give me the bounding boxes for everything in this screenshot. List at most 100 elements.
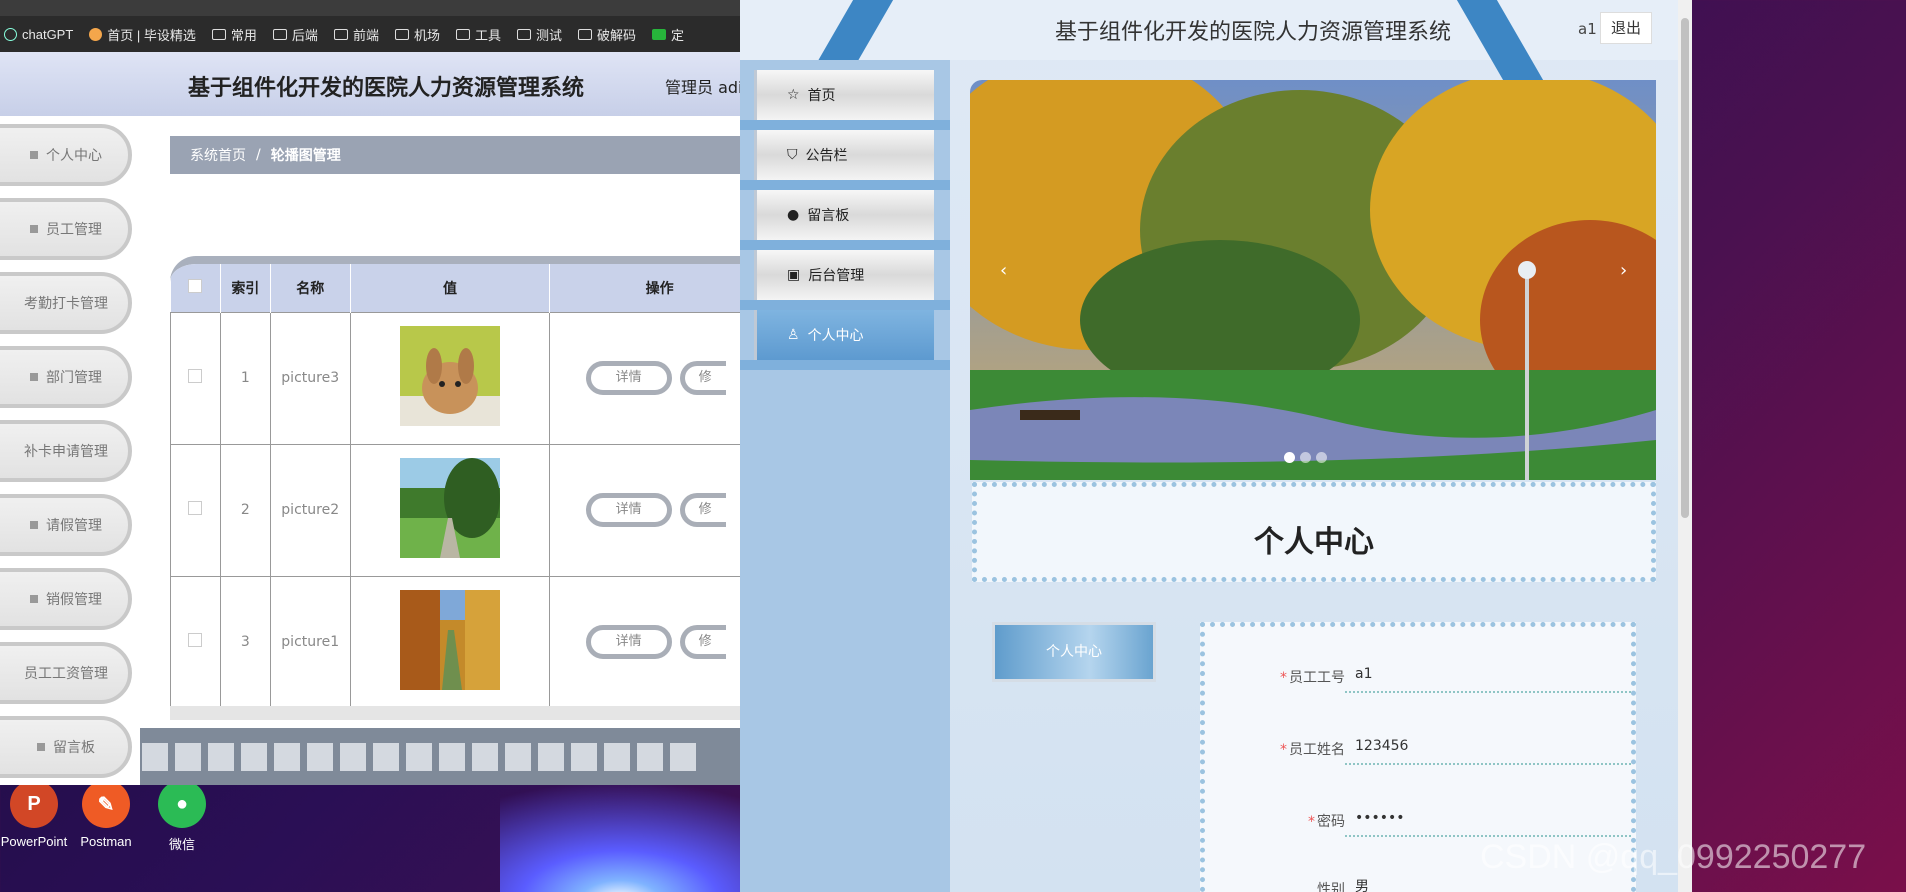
page-cell[interactable] [538, 743, 564, 771]
sidebar-item-profile[interactable]: 个人中心 [0, 124, 132, 186]
logout-button[interactable]: 退出 [1600, 12, 1652, 44]
field-label-gender: 性别 [1205, 879, 1345, 892]
table-horizontal-scrollbar[interactable] [170, 706, 740, 720]
desktop-icon-postman[interactable]: ✎ Postman [66, 780, 146, 849]
bookmark-folder[interactable]: 破解码 [578, 25, 636, 44]
sidebar-item-label: 部门管理 [46, 370, 102, 386]
admin-sidebar: 个人中心 员工管理 考勤打卡管理 部门管理 补卡申请管理 请假管理 销假管理 员… [0, 116, 140, 785]
scrollbar-thumb[interactable] [1681, 18, 1689, 518]
bookmark-folder[interactable]: 机场 [394, 25, 440, 44]
carousel-dot[interactable] [1316, 452, 1327, 463]
nav-separator [740, 240, 950, 250]
row-checkbox[interactable] [188, 369, 203, 383]
admin-user-label: 管理员 adi [665, 78, 740, 97]
password-field[interactable] [1345, 801, 1631, 837]
row-value-cell [349, 311, 551, 445]
bookmark-label: 首页 | 毕设精选 [107, 27, 196, 43]
frontend-header: 基于组件化开发的医院人力资源管理系统 a1 退出 [740, 0, 1692, 80]
employee-id-field[interactable] [1345, 657, 1631, 693]
carousel-dot[interactable] [1300, 452, 1311, 463]
row-checkbox[interactable] [188, 633, 203, 647]
nav-item-home[interactable]: ☆ 首页 [754, 70, 934, 120]
sidebar-item-card-requests[interactable]: 补卡申请管理 [0, 420, 132, 482]
profile-tab-button[interactable]: 个人中心 [992, 622, 1156, 682]
sidebar-item-message-board[interactable]: 留言板 [0, 716, 132, 778]
page-cell[interactable] [241, 743, 267, 771]
carousel-prev-button[interactable]: ‹ [1000, 260, 1007, 281]
nav-item-message-board[interactable]: ● 留言板 [754, 190, 934, 240]
banner-carousel[interactable]: ‹ › [970, 80, 1656, 480]
page-cell[interactable] [637, 743, 663, 771]
sidebar-item-leave-cancel[interactable]: 销假管理 [0, 568, 132, 630]
detail-button[interactable]: 详情 [585, 493, 672, 527]
row-select-cell [170, 443, 221, 577]
edit-button[interactable]: 修 [679, 361, 726, 395]
bookmark-label: 前端 [352, 27, 379, 43]
carousel-dot[interactable] [1284, 452, 1295, 463]
row-checkbox[interactable] [188, 501, 203, 515]
sidebar-item-employees[interactable]: 员工管理 [0, 198, 132, 260]
bookmark-label: 机场 [413, 27, 440, 43]
page-cell[interactable] [274, 743, 300, 771]
page-cell[interactable] [472, 743, 498, 771]
folder-icon [333, 28, 348, 40]
select-all-checkbox[interactable] [188, 278, 203, 293]
folder-icon [516, 28, 531, 40]
detail-button[interactable]: 详情 [585, 625, 672, 659]
nav-separator [740, 180, 950, 190]
menu-icon [30, 521, 38, 529]
desktop-icon-label: PowerPoint [0, 834, 68, 849]
bookmark-folder[interactable]: 工具 [455, 25, 501, 44]
bookmark-other[interactable]: 定 [652, 25, 684, 44]
page-cell[interactable] [208, 743, 234, 771]
sidebar-item-label: 员工管理 [46, 222, 102, 238]
admin-main-content: 系统首页 / 轮播图管理 索引 名称 值 操作 1 picture3 详情 修 … [140, 116, 740, 785]
detail-button[interactable]: 详情 [585, 361, 672, 395]
desktop-icon-wechat[interactable]: ● 微信 [142, 780, 222, 853]
table-row: 1 picture3 详情 修 [170, 311, 740, 445]
page-cell[interactable] [175, 743, 201, 771]
bookmark-chatgpt[interactable]: chatGPT [4, 27, 73, 42]
sidebar-item-departments[interactable]: 部门管理 [0, 346, 132, 408]
powerpoint-icon: P [10, 780, 58, 828]
breadcrumb-home[interactable]: 系统首页 [190, 145, 246, 165]
nav-item-backend[interactable]: ▣ 后台管理 [754, 250, 934, 300]
bookmark-folder[interactable]: 测试 [516, 25, 562, 44]
nav-item-profile[interactable]: ♙ 个人中心 [754, 310, 934, 360]
desktop-icon-powerpoint[interactable]: P PowerPoint [0, 780, 74, 849]
row-name: picture3 [269, 311, 351, 445]
page-cell[interactable] [505, 743, 531, 771]
frontend-app-window: 基于组件化开发的医院人力资源管理系统 a1 退出 ☆ 首页 ⛉ 公告栏 ● 留言板 ▣… [740, 0, 1692, 892]
page-cell[interactable] [439, 743, 465, 771]
frontend-page-title: 基于组件化开发的医院人力资源管理系统 [1055, 20, 1452, 45]
row-name: picture2 [269, 443, 351, 577]
page-cell[interactable] [406, 743, 432, 771]
employee-name-field[interactable] [1345, 729, 1631, 765]
field-label-text: 性别 [1317, 882, 1345, 892]
window-vertical-scrollbar[interactable] [1678, 0, 1692, 892]
flag-icon [37, 743, 45, 751]
field-label-text: 员工姓名 [1289, 742, 1345, 758]
carousel-next-button[interactable]: › [1620, 260, 1627, 281]
bookmark-folder[interactable]: 后端 [272, 25, 318, 44]
page-cell[interactable] [670, 743, 696, 771]
sidebar-item-leave[interactable]: 请假管理 [0, 494, 132, 556]
edit-button[interactable]: 修 [679, 493, 726, 527]
bookmark-folder[interactable]: 常用 [211, 25, 257, 44]
sidebar-item-attendance[interactable]: 考勤打卡管理 [0, 272, 132, 334]
admin-header: 基于组件化开发的医院人力资源管理系统 管理员 adi [0, 52, 740, 116]
page-cell[interactable] [604, 743, 630, 771]
sidebar-item-salary[interactable]: 员工工资管理 [0, 642, 132, 704]
page-cell[interactable] [307, 743, 333, 771]
park-path-thumbnail [400, 458, 500, 558]
edit-button[interactable]: 修 [679, 625, 726, 659]
page-cell[interactable] [142, 743, 168, 771]
page-cell[interactable] [571, 743, 597, 771]
bookmark-home[interactable]: 首页 | 毕设精选 [89, 25, 196, 44]
bookmark-folder[interactable]: 前端 [333, 25, 379, 44]
page-cell[interactable] [373, 743, 399, 771]
table-row: 3 picture1 详情修 [170, 575, 740, 709]
folder-icon [272, 28, 287, 40]
nav-item-notice[interactable]: ⛉ 公告栏 [754, 130, 934, 180]
page-cell[interactable] [340, 743, 366, 771]
